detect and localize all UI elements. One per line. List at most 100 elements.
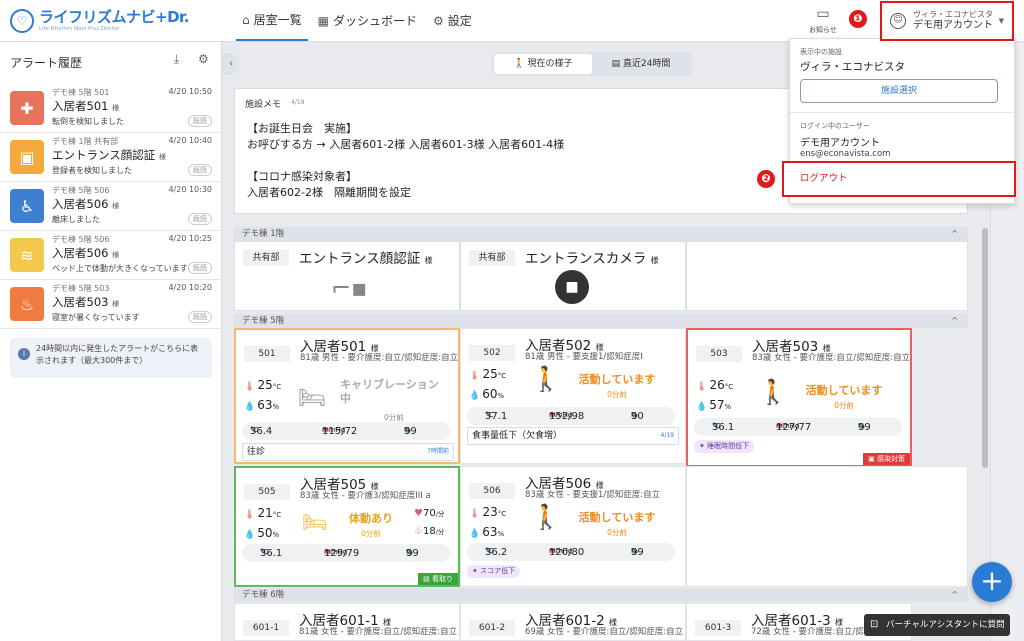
read-button[interactable]: 既読: [188, 311, 212, 323]
room-card-601-2[interactable]: 601-2 入居者601-2 様 69歳 女性 - 要介護度:自立/認知症度:自…: [460, 603, 686, 641]
end-of-life-badge: ▤ 看取り: [418, 573, 458, 585]
assistant-button[interactable]: ⊡ バーチャルアシスタントに質問: [864, 614, 1010, 636]
select-facility-button[interactable]: 施設選択: [800, 79, 998, 103]
bed-icon: 🛏: [298, 386, 326, 411]
room-card-506[interactable]: 506 入居者506 様 83歳 女性 - 要支援1/認知症度:自立 🌡 23°C…: [460, 466, 686, 587]
vitals-bar: ✎ 36.2 °C ♥ 120/80 mmHg ◎ 99%: [467, 543, 675, 561]
toggle-now[interactable]: 🚶 現在の様子: [494, 54, 592, 74]
main-scrollbar[interactable]: [982, 228, 988, 468]
alert-item[interactable]: ♨ デモ棟 5階 503 4/20 10:20 入居者503 様 寝室が暑くなっ…: [0, 280, 222, 329]
dashboard-icon: ▦: [317, 13, 329, 28]
collapse-sidebar-button[interactable]: ‹: [222, 53, 240, 75]
entrance-camera-card[interactable]: 共有部 エントランスカメラ 様 ■: [460, 241, 686, 311]
floor-header-6[interactable]: デモ棟 6階 ^: [234, 588, 968, 602]
download-icon[interactable]: ⤓: [174, 52, 179, 67]
status-chip: ✦ 睡眠時間低下: [694, 440, 755, 453]
face-id-icon: ▣: [10, 140, 44, 174]
room-card-601-1[interactable]: 601-1 入居者601-1 様 81歳 女性 - 要介護度:自立/認知症度:自…: [234, 603, 460, 641]
nav-settings[interactable]: ⚙ 設定: [427, 0, 478, 41]
infection-badge: ▣ 感染対策: [863, 453, 910, 465]
list-icon: ▤: [611, 59, 621, 69]
read-button[interactable]: 既読: [188, 115, 212, 127]
vitals-bar: ✎ 36.4 °C ♥ 115/72 mmHg ◎ 99%: [242, 422, 450, 440]
app-header: ♡ ライフリズムナビ+Dr. Life Rhythm Navi Plus Doc…: [0, 0, 1024, 42]
user-account: デモ用アカウント: [913, 19, 993, 31]
user-menu-button[interactable]: ☺ ヴィラ・エコナビスタ デモ用アカウント ▼: [880, 1, 1014, 41]
toggle-24h[interactable]: ▤ 直近24時間: [592, 54, 690, 74]
logo-sub: Life Rhythm Navi Plus Doctor: [39, 25, 120, 32]
floor-header-1[interactable]: デモ棟 1階 ^: [234, 227, 968, 241]
sidebar-title: アラート履歴: [10, 56, 83, 70]
logout-button[interactable]: ログアウト: [782, 161, 1016, 197]
nav-room-list[interactable]: ⌂ 居室一覧: [236, 0, 308, 41]
humidity-icon: 💧: [469, 529, 481, 539]
bed-movement-icon: ≋: [10, 238, 44, 272]
alert-item[interactable]: ≋ デモ棟 5階 506 4/20 10:25 入居者506 様 ベッド上で体動…: [0, 231, 222, 280]
security-camera-icon: ⌐▪: [331, 274, 368, 302]
notice-button[interactable]: ▭ お知らせ: [806, 6, 840, 35]
alert-item[interactable]: ✚ デモ棟 5階 501 4/20 10:50 入居者501 様 転倒を検知しま…: [0, 84, 222, 133]
memo-date: 4/19: [291, 99, 305, 106]
vitals-bar: ✎ 37.1 °C ♥ 152/98 mmHg ◎ 90%: [467, 407, 675, 425]
room-card-503[interactable]: 503 入居者503 様 83歳 女性 - 要介護度:自立/認知症度:自立 🌡 2…: [686, 328, 912, 467]
add-button[interactable]: +: [972, 562, 1012, 602]
logo-heart-icon: ♡: [10, 9, 34, 33]
chevron-up-icon: ^: [951, 316, 958, 325]
room-card-501[interactable]: 501 入居者501 様 81歳 男性 - 要介護度:自立/認知症度:自立 🌡 2…: [234, 328, 460, 464]
thermometer-icon: 🌡: [244, 382, 256, 392]
logo-name: ライフリズムナビ+Dr.: [39, 7, 189, 26]
nav-dashboard[interactable]: ▦ ダッシュボード: [312, 0, 423, 41]
video-camera-icon: ■: [555, 270, 589, 304]
gear-icon: ⚙: [433, 13, 444, 28]
user-dropdown: 表示中の施設 ヴィラ・エコナビスタ 施設選択 ログイン中のユーザー デモ用アカウ…: [782, 38, 1016, 204]
robot-icon: ⊡: [870, 619, 879, 630]
logged-in-user: デモ用アカウント: [800, 138, 880, 149]
room-card-505[interactable]: 505 入居者505 様 83歳 女性 - 要介護3/認知症度III a 🌡 21…: [234, 466, 460, 587]
humidity-icon: 💧: [244, 530, 256, 540]
fall-icon: ✚: [10, 91, 44, 125]
thermometer-icon: 🌡: [469, 371, 481, 381]
read-button[interactable]: 既読: [188, 262, 212, 274]
lungs-icon: ♧: [414, 526, 423, 537]
humidity-icon: 💧: [469, 391, 481, 401]
vitals-bar: ✎ 36.1 °C ♥ 129/79 mmHg ◎ 99%: [242, 544, 450, 562]
info-icon: i: [18, 348, 30, 360]
chevron-down-icon: ▼: [998, 17, 1004, 25]
message-icon: ▭: [816, 6, 830, 22]
alert-list: ✚ デモ棟 5階 501 4/20 10:50 入居者501 様 転倒を検知しま…: [0, 84, 222, 329]
user-facility: ヴィラ・エコナビスタ: [913, 9, 993, 19]
user-avatar-icon: ☺: [890, 13, 906, 29]
memo-title: 施設メモ: [245, 100, 282, 110]
gear-icon[interactable]: ⚙: [198, 52, 209, 66]
room-note[interactable]: 往診 7時間前: [242, 443, 454, 461]
alert-item[interactable]: ▣ デモ棟 1階 共有部 4/20 10:40 エントランス顔認証 様 登録者を…: [0, 133, 222, 182]
view-toggle: 🚶 現在の様子 ▤ 直近24時間: [492, 52, 692, 76]
chevron-up-icon: ^: [951, 590, 958, 599]
chevron-up-icon: ^: [951, 229, 958, 238]
thermometer-icon: 🌡: [469, 509, 481, 519]
humidity-icon: 💧: [696, 402, 708, 412]
room-note[interactable]: 食事量低下（欠食増） 4/19: [467, 427, 679, 445]
walking-icon: 🚶: [513, 59, 525, 69]
memo-body: 【お誕生日会 実施】 お呼びする方 → 入居者601-2様 入居者601-3様 …: [247, 122, 565, 199]
floor-header-5[interactable]: デモ棟 5階 ^: [234, 314, 968, 328]
read-button[interactable]: 既読: [188, 213, 212, 225]
status-chip: ✦ スコア低下: [467, 565, 521, 578]
read-button[interactable]: 既読: [188, 164, 212, 176]
heat-icon: ♨: [10, 287, 44, 321]
step-marker-1: ❶: [849, 10, 867, 28]
entrance-face-card[interactable]: 共有部 エントランス顔認証 様 ⌐▪: [234, 241, 460, 311]
current-facility: ヴィラ・エコナビスタ: [800, 61, 905, 73]
step-marker-2: ❷: [757, 170, 775, 188]
vitals-bar: ✎ 36.1 °C ♥ 127/77 mmHg ◎ 99%: [694, 418, 902, 436]
room-card-502[interactable]: 502 入居者502 様 81歳 男性 - 要支援1/認知症度I 🌡 25°C 💧…: [460, 328, 686, 464]
sidebar-info: i 24時間以内に発生したアラートがこちらに表示されます（最大300件まで）: [10, 338, 212, 378]
humidity-icon: 💧: [244, 402, 256, 412]
divider: [790, 112, 1014, 113]
app-logo[interactable]: ♡ ライフリズムナビ+Dr. Life Rhythm Navi Plus Doc…: [10, 9, 189, 33]
alert-sidebar: アラート履歴 ⤓ ⚙ ✚ デモ棟 5階 501 4/20 10:50 入居者50…: [0, 42, 222, 641]
alert-item[interactable]: ♿ デモ棟 5階 506 4/20 10:30 入居者506 様 離床しました …: [0, 182, 222, 231]
thermometer-icon: 🌡: [696, 382, 708, 392]
heart-rate-icon: ♥: [414, 508, 423, 519]
bed-exit-icon: ♿: [10, 189, 44, 223]
